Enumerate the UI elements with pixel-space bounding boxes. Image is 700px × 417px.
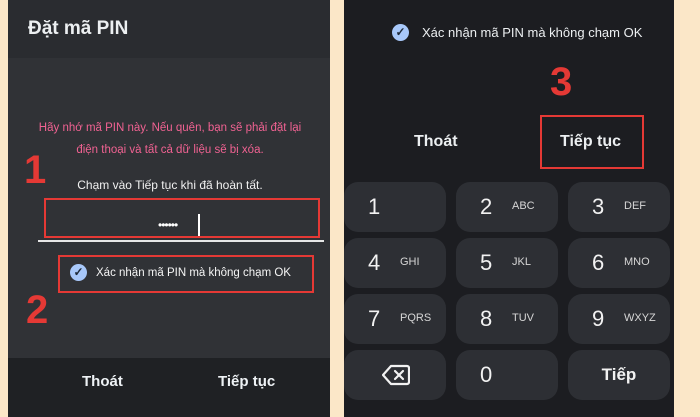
continue-button[interactable]: Tiếp tục [560,133,621,151]
confirm-checkbox-label: Xác nhận mã PIN mà không chạm OK [422,25,643,40]
page-title: Đặt mã PIN [28,18,129,39]
confirm-checkbox-label: Xác nhận mã PIN mà không chạm OK [96,266,291,279]
pin-keypad-screen: ✓ Xác nhận mã PIN mà không chạm OK 3 Tho… [344,0,674,417]
exit-button[interactable]: Thoát [414,133,458,151]
hint-text: Chạm vào Tiếp tục khi đã hoàn tất. [77,178,263,192]
pin-setup-screen: Đặt mã PIN Hãy nhớ mã PIN này. Nếu quên,… [8,0,330,417]
pin-input[interactable]: •••••• [158,218,178,232]
keypad-key-3[interactable]: 3 DEF [568,182,670,232]
keypad-key-1[interactable]: 1 [344,182,446,232]
step-marker-3: 3 [550,60,573,104]
bottom-bar [8,358,330,417]
step-marker-1: 1 [24,148,47,192]
warning-text-line-1: Hãy nhớ mã PIN này. Nếu quên, bạn sẽ phả… [38,122,302,134]
pin-input-highlight [44,198,320,238]
warning-text-line-2: điện thoại và tất cả dữ liệu sẽ bị xóa. [76,144,264,156]
keypad-key-7[interactable]: 7 PQRS [344,294,446,344]
confirm-checkbox-top[interactable]: ✓ [392,24,409,41]
keypad-key-0[interactable]: 0 [456,350,558,400]
keypad-key-2[interactable]: 2 ABC [456,182,558,232]
backspace-key[interactable] [344,350,446,400]
keypad-key-9[interactable]: 9 WXYZ [568,294,670,344]
check-circle-icon: ✓ [392,24,409,41]
enter-key[interactable]: Tiếp [568,350,670,400]
backspace-icon [382,364,410,386]
text-cursor [198,214,200,236]
check-circle-icon: ✓ [70,264,87,281]
confirm-checkbox[interactable]: ✓ Xác nhận mã PIN mà không chạm OK [70,264,291,281]
continue-button[interactable]: Tiếp tục [218,373,275,390]
keypad-key-6[interactable]: 6 MNO [568,238,670,288]
step-marker-2: 2 [26,288,49,332]
keypad-key-5[interactable]: 5 JKL [456,238,558,288]
pin-input-underline [38,240,324,242]
exit-button[interactable]: Thoát [82,373,123,390]
keypad-key-4[interactable]: 4 GHI [344,238,446,288]
keypad-key-8[interactable]: 8 TUV [456,294,558,344]
